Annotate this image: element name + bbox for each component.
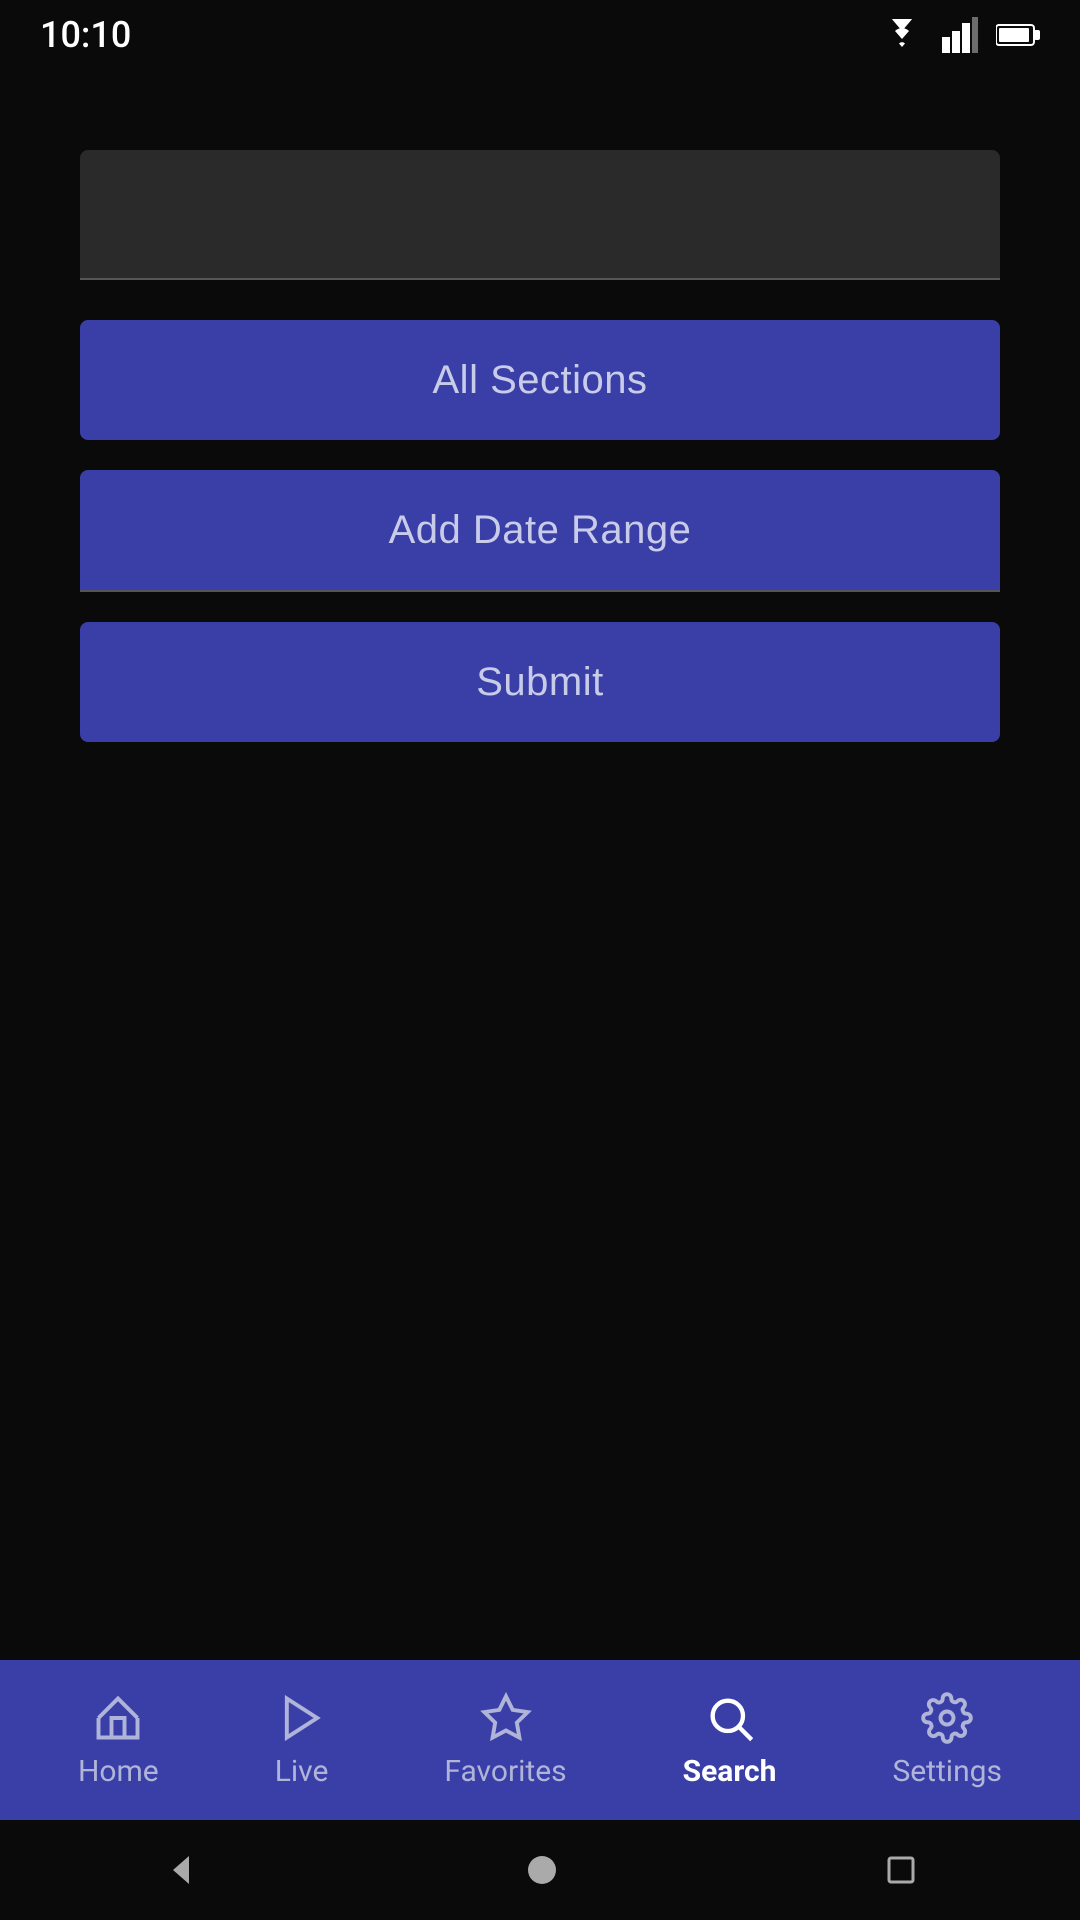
bottom-nav: Home Live Favorites Search Settings	[0, 1660, 1080, 1820]
search-input[interactable]	[80, 150, 1000, 280]
recents-button[interactable]	[885, 1854, 917, 1886]
battery-icon	[996, 21, 1040, 49]
search-nav-icon	[704, 1692, 756, 1744]
all-sections-button[interactable]: All Sections	[80, 320, 1000, 440]
live-icon	[276, 1692, 328, 1744]
nav-label-home: Home	[78, 1754, 159, 1789]
settings-icon	[921, 1692, 973, 1744]
status-bar: 10:10	[0, 0, 1080, 70]
main-content: All Sections Add Date Range Submit	[0, 70, 1080, 1660]
nav-item-search[interactable]: Search	[653, 1682, 807, 1799]
wifi-icon	[880, 19, 924, 51]
home-button[interactable]	[524, 1852, 560, 1888]
home-icon	[92, 1692, 144, 1744]
signal-icon	[942, 17, 978, 53]
search-input-container[interactable]	[80, 150, 1000, 280]
back-button[interactable]	[163, 1852, 199, 1888]
nav-label-settings: Settings	[892, 1754, 1002, 1789]
nav-item-favorites[interactable]: Favorites	[414, 1682, 596, 1799]
nav-item-settings[interactable]: Settings	[862, 1682, 1032, 1799]
date-range-section: Add Date Range	[80, 470, 1000, 622]
nav-item-home[interactable]: Home	[48, 1682, 189, 1799]
add-date-range-button[interactable]: Add Date Range	[80, 470, 1000, 590]
status-icons	[880, 17, 1040, 53]
date-range-divider	[80, 590, 1000, 592]
android-nav-bar	[0, 1820, 1080, 1920]
nav-label-live: Live	[275, 1754, 329, 1789]
status-time: 10:10	[40, 14, 131, 56]
nav-label-favorites: Favorites	[444, 1754, 566, 1789]
nav-item-live[interactable]: Live	[245, 1682, 359, 1799]
submit-button[interactable]: Submit	[80, 622, 1000, 742]
nav-label-search: Search	[683, 1754, 777, 1789]
favorites-icon	[480, 1692, 532, 1744]
